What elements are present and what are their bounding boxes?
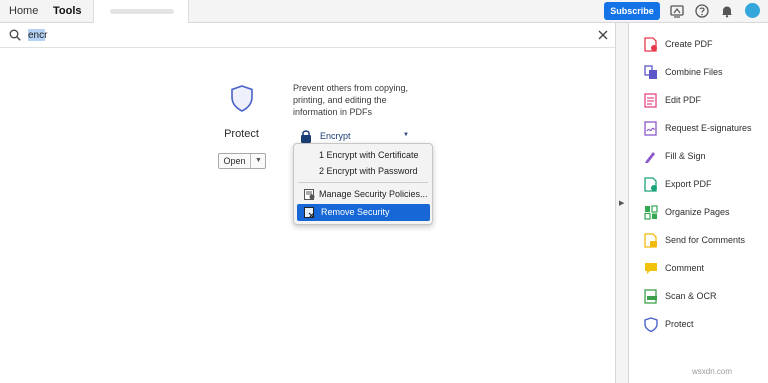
edit-pdf-icon [644,93,657,108]
tool-name: Protect [224,128,259,140]
search-icon [9,29,21,41]
tool-label: Send for Comments [665,235,746,245]
tools-panel: Create PDF Combine Files Edit PDF Reques… [629,23,768,383]
tool-label: Request E-signatures [665,123,752,133]
tab-tools[interactable]: Tools [53,0,82,23]
menu-item-label: Manage Security Policies... [319,189,428,199]
tool-scan-ocr[interactable]: Scan & OCR [641,287,766,305]
encrypt-dropdown[interactable]: Encrypt [320,131,351,141]
menu-item-label: 1 Encrypt with Certificate [319,150,419,160]
tool-organize-pages[interactable]: Organize Pages [641,203,766,221]
tool-edit-pdf[interactable]: Edit PDF [641,91,766,109]
scan-ocr-icon [644,289,657,304]
comment-icon [645,263,657,274]
search-input[interactable] [28,28,328,43]
remove-security-icon [304,207,315,218]
menu-item-encrypt-password[interactable]: 2 Encrypt with Password [294,164,432,179]
request-esignatures-icon [644,121,657,136]
panel-divider[interactable]: ▶ [615,23,629,383]
tool-label: Organize Pages [665,207,730,217]
tool-label: Protect [665,319,694,329]
tool-label: Edit PDF [665,95,702,105]
tool-label: Combine Files [665,67,723,77]
subscribe-button[interactable]: Subscribe [604,2,660,20]
document-tab-title [110,9,174,14]
export-pdf-icon [644,177,657,192]
tool-protect[interactable]: Protect [641,315,766,333]
send-for-comments-icon [644,233,657,248]
menu-divider [298,182,428,183]
menu-item-remove-security[interactable]: Remove Security [297,204,430,221]
chevron-right-icon[interactable]: ▶ [619,199,624,207]
open-button[interactable]: Open ▼ [218,153,266,169]
tool-export-pdf[interactable]: Export PDF [641,175,766,193]
bell-icon[interactable] [720,4,734,18]
tool-comment[interactable]: Comment [641,259,766,277]
search-bar [0,23,615,48]
tool-combine-files[interactable]: Combine Files [641,63,766,81]
tab-document[interactable] [93,0,189,23]
top-bar: Home Tools Subscribe [0,0,768,23]
menu-item-label: 2 Encrypt with Password [319,166,418,176]
create-pdf-icon [644,37,657,52]
tool-label: Export PDF [665,179,712,189]
avatar[interactable] [745,3,760,18]
tool-send-for-comments[interactable]: Send for Comments [641,231,766,249]
menu-item-manage-security-policies[interactable]: Manage Security Policies... [294,187,432,202]
tool-label: Scan & OCR [665,291,717,301]
watermark: wsxdn.com [692,367,733,376]
tool-label: Fill & Sign [665,151,706,161]
tab-home[interactable]: Home [9,0,38,23]
encrypt-menu: 1 Encrypt with Certificate 2 Encrypt wit… [293,143,433,225]
menu-item-encrypt-certificate[interactable]: 1 Encrypt with Certificate [294,148,432,163]
menu-item-label: Remove Security [321,207,390,217]
tool-label: Create PDF [665,39,713,49]
lock-icon [301,130,311,143]
organize-pages-icon [644,205,658,220]
shield-icon [231,85,253,112]
tool-request-esignatures[interactable]: Request E-signatures [641,119,766,137]
protect-icon [644,317,658,332]
share-screen-icon[interactable] [670,4,684,18]
chevron-down-icon[interactable]: ▼ [403,132,409,138]
close-icon[interactable] [598,30,608,40]
tool-description: Prevent others from copying, printing, a… [293,83,409,117]
fill-sign-icon [645,152,655,163]
tool-create-pdf[interactable]: Create PDF [641,35,766,53]
combine-files-icon [644,65,657,79]
tool-label: Comment [665,263,705,273]
open-button-label[interactable]: Open [219,154,251,168]
help-icon[interactable] [695,4,709,18]
chevron-down-icon[interactable]: ▼ [252,154,265,168]
tool-fill-sign[interactable]: Fill & Sign [641,147,766,165]
security-policies-icon [304,189,315,200]
